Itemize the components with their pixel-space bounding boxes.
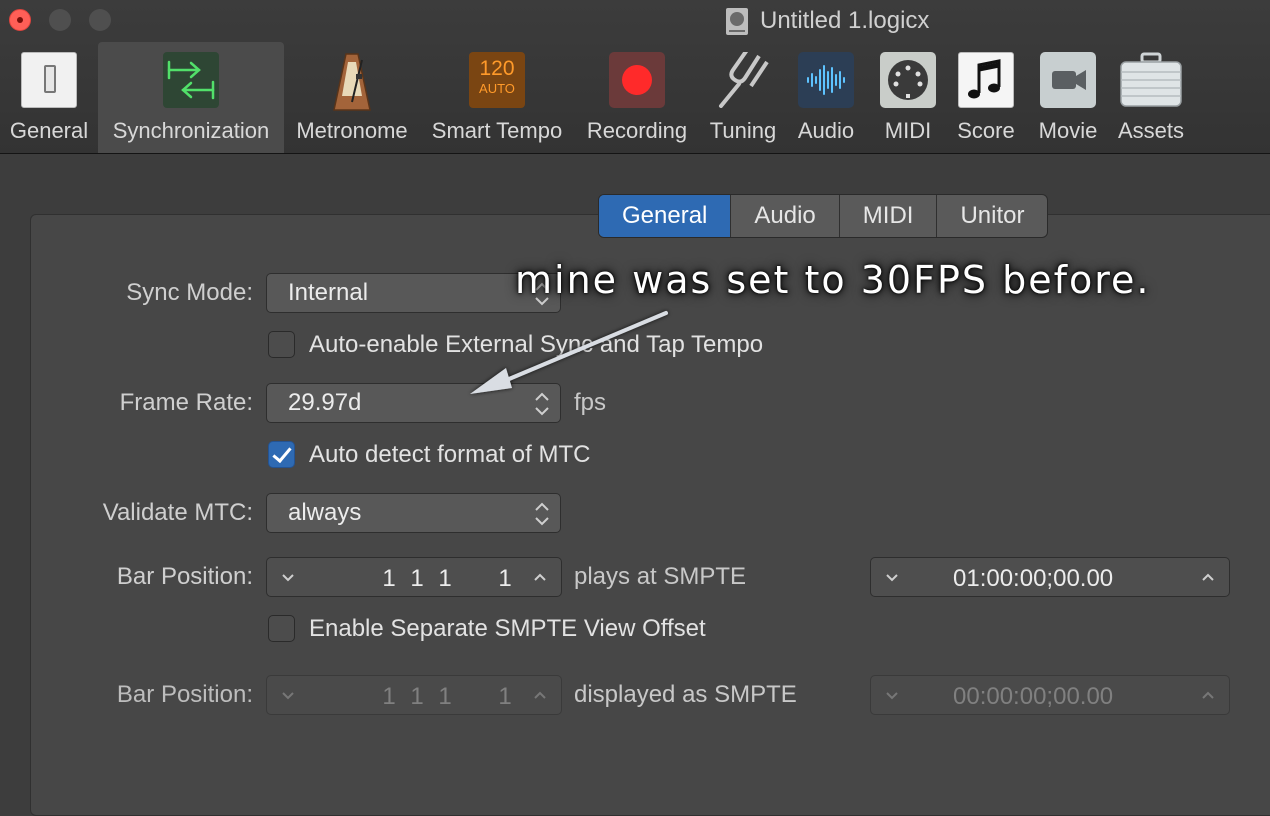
chevron-up-icon	[534, 691, 546, 699]
toolbar-item-midi[interactable]: MIDI	[874, 42, 942, 153]
midi-port-icon	[880, 52, 936, 108]
toolbar-item-metronome[interactable]: Metronome	[290, 42, 414, 153]
tab-general[interactable]: General	[599, 195, 732, 237]
validate-mtc-value: always	[288, 499, 362, 526]
chevron-up-icon[interactable]	[529, 566, 551, 588]
bar-position-label: Bar Position:	[116, 563, 253, 590]
toolbar-item-smart-tempo[interactable]: 120 AUTO Smart Tempo	[424, 42, 570, 153]
sync-tab-bar: General Audio MIDI Unitor	[598, 194, 1049, 238]
smpte-value: 01:00:00;00.00	[953, 565, 1114, 592]
bar-position-display-stepper: 1 1 1 1	[266, 675, 562, 715]
briefcase-icon	[1118, 52, 1184, 108]
chevron-down-icon[interactable]	[277, 566, 299, 588]
bar-position-display-beat: 1	[410, 683, 424, 710]
auto-detect-mtc-checkbox[interactable]	[268, 441, 295, 468]
waveform-icon	[798, 52, 854, 108]
smart-tempo-icon: 120 AUTO	[469, 52, 525, 108]
bar-position-tick: 1	[498, 565, 512, 592]
chevron-down-icon	[282, 692, 294, 700]
smpte-position-stepper[interactable]: 01:00:00;00.00	[870, 557, 1230, 597]
auto-detect-mtc-label: Auto detect format of MTC	[309, 441, 591, 468]
close-window-button[interactable]	[9, 9, 31, 31]
separate-smpte-offset-label: Enable Separate SMPTE View Offset	[309, 615, 706, 642]
bar-position-division: 1	[438, 565, 452, 592]
toolbar-item-general[interactable]: General	[6, 42, 92, 153]
record-icon	[609, 52, 665, 108]
bar-position-beat: 1	[410, 565, 424, 592]
chevron-down-icon[interactable]	[881, 566, 903, 588]
toolbar-item-recording[interactable]: Recording	[580, 42, 694, 153]
tab-midi[interactable]: MIDI	[840, 195, 938, 237]
sync-mode-value: Internal	[288, 279, 369, 306]
frame-rate-label: Frame Rate:	[119, 389, 253, 416]
displayed-as-smpte-label: displayed as SMPTE	[574, 681, 797, 708]
frame-rate-unit: fps	[574, 389, 607, 416]
window-toolbar: Untitled 1.logicx General Synchronizatio…	[0, 0, 1270, 154]
bar-position-stepper[interactable]: 1 1 1 1	[266, 557, 562, 597]
video-camera-icon	[1040, 52, 1096, 108]
chevron-up-icon	[1202, 691, 1214, 699]
zoom-window-button[interactable]	[89, 9, 111, 31]
bar-position-display-division: 1	[438, 683, 452, 710]
window-title: Untitled 1.logicx	[726, 6, 929, 36]
plays-at-smpte-label: plays at SMPTE	[574, 563, 747, 590]
frame-rate-value: 29.97d	[288, 389, 362, 416]
auto-enable-external-sync-label: Auto-enable External Sync and Tap Tempo	[309, 331, 764, 358]
chevron-down-icon	[886, 692, 898, 700]
sync-arrows-icon	[163, 52, 219, 108]
project-document-icon	[726, 7, 748, 35]
annotation-text: mine was set to 30FPS before.	[515, 258, 1151, 302]
smpte-display-stepper: 00:00:00;00.00	[870, 675, 1230, 715]
smpte-display-value: 00:00:00;00.00	[953, 683, 1114, 710]
sync-mode-label: Sync Mode:	[126, 279, 253, 306]
validate-mtc-popup[interactable]: always	[266, 493, 561, 533]
tab-audio[interactable]: Audio	[731, 195, 840, 237]
metronome-icon	[332, 52, 372, 111]
bar-position-display-label: Bar Position:	[116, 681, 253, 708]
bar-position-bar: 1	[382, 565, 396, 592]
toolbar-item-tuning[interactable]: Tuning	[702, 42, 784, 153]
frame-rate-popup[interactable]: 29.97d	[266, 383, 561, 423]
toolbar-item-assets[interactable]: Assets	[1112, 42, 1190, 153]
toolbar-item-synchronization[interactable]: Synchronization	[98, 42, 284, 153]
minimize-window-button[interactable]	[49, 9, 71, 31]
toolbar-item-score[interactable]: Score	[950, 42, 1022, 153]
chevron-updown-icon	[535, 392, 549, 416]
chevron-up-icon[interactable]	[1197, 566, 1219, 588]
toolbar-item-movie[interactable]: Movie	[1032, 42, 1104, 153]
auto-enable-external-sync-checkbox[interactable]	[268, 331, 295, 358]
switch-icon	[21, 52, 77, 108]
tuning-fork-icon	[715, 48, 771, 108]
chevron-updown-icon	[535, 502, 549, 526]
tab-unitor[interactable]: Unitor	[937, 195, 1047, 237]
bar-position-display-bar: 1	[382, 683, 396, 710]
bar-position-display-tick: 1	[498, 683, 512, 710]
separate-smpte-offset-checkbox[interactable]	[268, 615, 295, 642]
music-note-icon	[958, 52, 1014, 108]
validate-mtc-label: Validate MTC:	[102, 499, 253, 526]
toolbar-item-audio[interactable]: Audio	[790, 42, 862, 153]
